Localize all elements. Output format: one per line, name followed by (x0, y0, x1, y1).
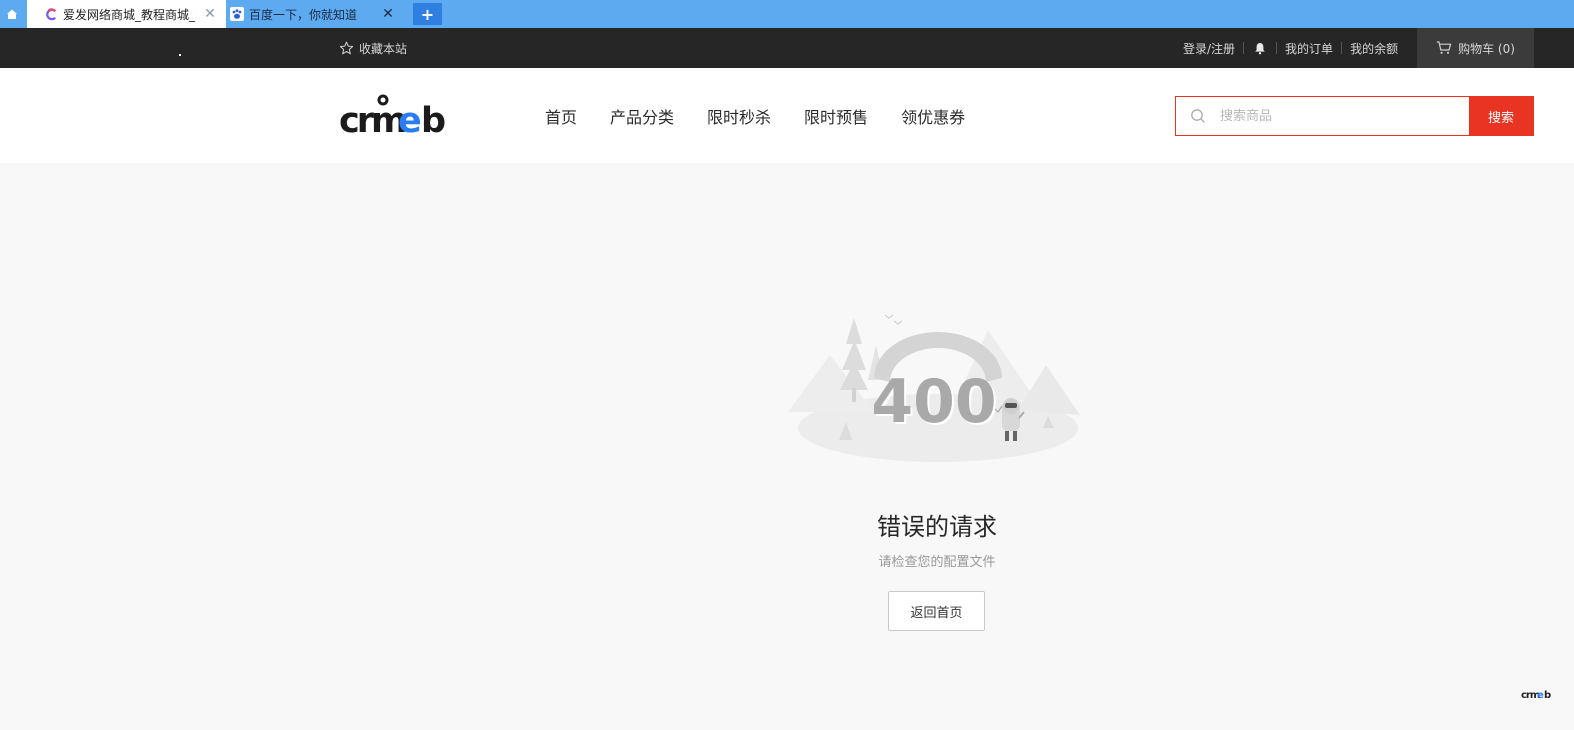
corner-crmeb-logo: crm e b (1521, 690, 1551, 700)
search-button[interactable]: 搜索 (1469, 97, 1533, 135)
cart-button[interactable]: 购物车 (0) (1417, 28, 1534, 68)
tab-title: 百度一下，你就知道 (249, 7, 358, 22)
bell-icon[interactable] (1254, 42, 1266, 55)
divider (1243, 42, 1245, 54)
site-header: crm e b 首页 产品分类 限时秒杀 限时预售 领优惠券 搜索 (0, 68, 1574, 163)
main-nav: 首页 产品分类 限时秒杀 限时预售 领优惠券 (545, 68, 965, 163)
site-top-bar: 收藏本站 登录/注册 我的订单 我的余额 购物车 (0) (0, 28, 1574, 68)
cart-icon (1436, 41, 1452, 54)
search-bar: 搜索 (1175, 96, 1534, 136)
login-register-link[interactable]: 登录/注册 (1183, 40, 1235, 57)
my-balance-link[interactable]: 我的余额 (1350, 40, 1398, 57)
nav-home[interactable]: 首页 (545, 104, 577, 128)
crmeb-logo[interactable]: crm e b (339, 94, 451, 136)
search-input[interactable] (1220, 97, 1469, 135)
my-orders-link[interactable]: 我的订单 (1285, 40, 1333, 57)
svg-text:e: e (398, 101, 422, 136)
nav-categories[interactable]: 产品分类 (610, 104, 674, 128)
browser-tab[interactable]: 百度一下，你就知道 ✕ (226, 0, 404, 28)
nav-coupons[interactable]: 领优惠券 (901, 104, 965, 128)
close-tab-icon[interactable]: ✕ (200, 6, 220, 22)
error-subtitle: 请检查您的配置文件 (878, 555, 996, 570)
crmeb-c-icon (44, 7, 58, 21)
svg-text:crm: crm (339, 101, 405, 136)
error-title: 错误的请求 (877, 513, 997, 541)
close-tab-icon[interactable]: ✕ (378, 6, 398, 22)
tab-title: 爱发网络商城_教程商城_ (63, 7, 196, 22)
divider (1341, 42, 1343, 54)
browser-tab-bar: 爱发网络商城_教程商城_ ✕ 百度一下，你就知道 ✕ + (0, 0, 1574, 28)
favorite-site-link[interactable]: 收藏本站 (339, 28, 407, 68)
nav-flash-sale[interactable]: 限时秒杀 (707, 104, 771, 128)
home-icon[interactable] (0, 0, 24, 28)
back-home-button[interactable]: 返回首页 (888, 591, 985, 631)
error-illustration: 400 400 (788, 314, 1080, 462)
svg-text:b: b (421, 101, 446, 136)
browser-tab-active[interactable]: 爱发网络商城_教程商城_ ✕ (27, 0, 226, 28)
star-icon (339, 41, 354, 54)
new-tab-button[interactable]: + (413, 3, 442, 25)
nav-presale[interactable]: 限时预售 (804, 104, 868, 128)
baidu-paw-icon (230, 7, 244, 21)
svg-text:b: b (1544, 690, 1551, 700)
svg-text:e: e (1537, 690, 1544, 700)
favorite-label: 收藏本站 (359, 41, 408, 56)
search-icon (1176, 97, 1220, 135)
error-code: 400 (871, 367, 996, 437)
divider (1276, 42, 1278, 54)
cart-label: 购物车 (0) (1458, 41, 1515, 56)
